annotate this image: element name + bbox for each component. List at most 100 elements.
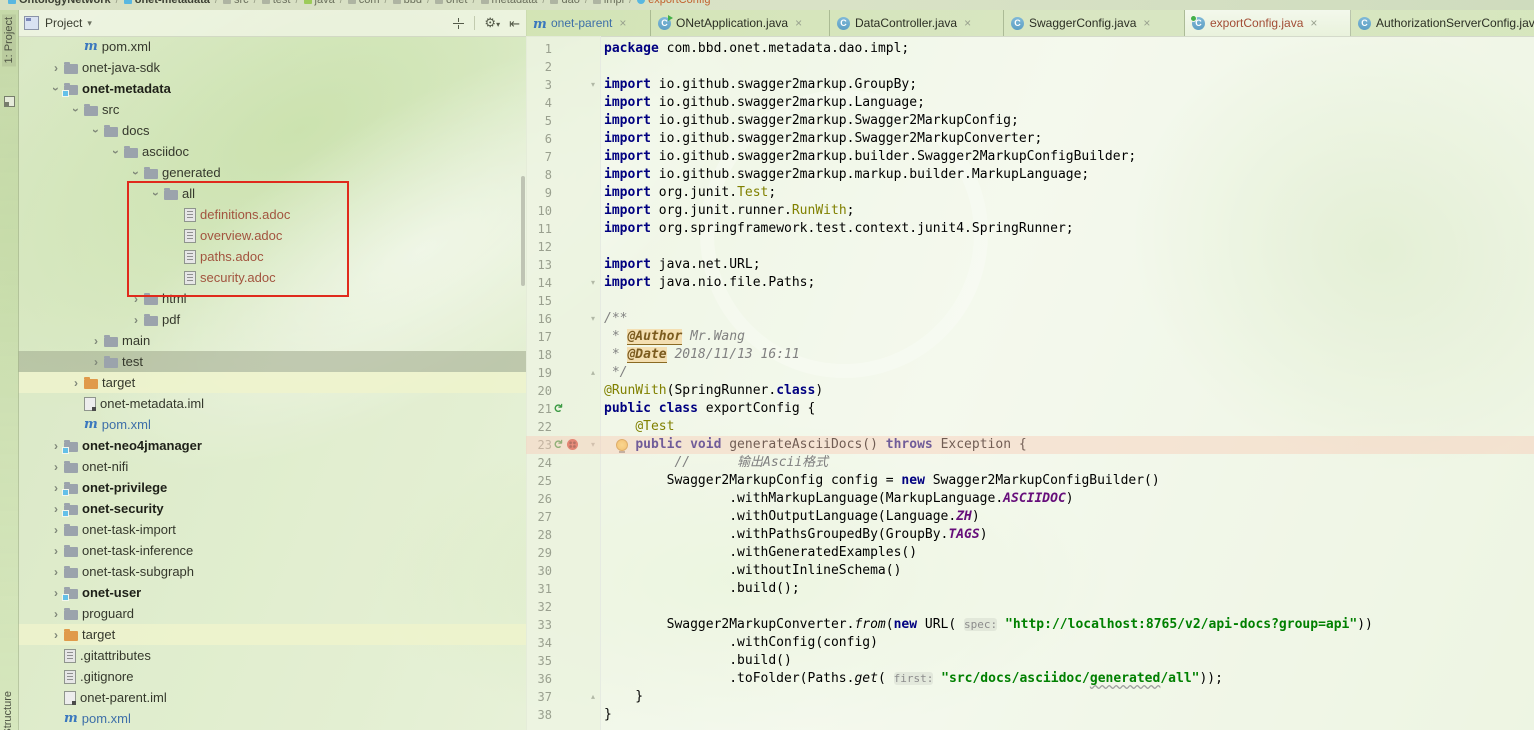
code-line-32[interactable] xyxy=(600,598,1534,616)
tree-item-onet-neo4jmanager[interactable]: › onet-neo4jmanager xyxy=(18,435,526,456)
chevron-collapsed-icon[interactable]: › xyxy=(48,61,64,75)
code-line-18[interactable]: * @Date 2018/11/13 16:11 xyxy=(600,346,1534,364)
tree-item-onet-user[interactable]: › onet-user xyxy=(18,582,526,603)
code-line-1[interactable]: package com.bbd.onet.metadata.dao.impl; xyxy=(600,40,1534,58)
close-icon[interactable]: × xyxy=(1310,16,1317,30)
tree-item-onet-task-subgraph[interactable]: › onet-task-subgraph xyxy=(18,561,526,582)
breadcrumb-item[interactable]: OntologyNetwork xyxy=(8,0,111,6)
code-line-37[interactable]: } xyxy=(600,688,1534,706)
code-line-26[interactable]: .withMarkupLanguage(MarkupLanguage.ASCII… xyxy=(600,490,1534,508)
code-line-19[interactable]: */ xyxy=(600,364,1534,382)
fold-marker-icon[interactable]: ▾ xyxy=(588,310,598,328)
chevron-expanded-icon[interactable]: › xyxy=(89,123,103,139)
chevron-collapsed-icon[interactable]: › xyxy=(48,523,64,537)
editor-gutter[interactable]: 1 2 3 4 5 6 7 8 9 10 11 12 13 14 15 16 17 18 19 20 21 22 23 24 2… xyxy=(526,36,601,730)
code-line-36[interactable]: .toFolder(Paths.get( first: "src/docs/as… xyxy=(600,670,1534,688)
tab-swaggerconfig-java[interactable]: C SwaggerConfig.java × xyxy=(1004,10,1185,36)
code-line-35[interactable]: .build() xyxy=(600,652,1534,670)
chevron-expanded-icon[interactable]: › xyxy=(109,144,123,160)
tab-authorizationserverconfig-java[interactable]: CAuthorizationServerConfig.java× xyxy=(1351,10,1534,36)
tree-item-onet-task-inference[interactable]: › onet-task-inference xyxy=(18,540,526,561)
chevron-collapsed-icon[interactable]: › xyxy=(128,313,144,327)
tree-item-proguard[interactable]: › proguard xyxy=(18,603,526,624)
code-line-21[interactable]: public class exportConfig { xyxy=(600,400,1534,418)
breadcrumb-item[interactable]: onet xyxy=(435,0,467,6)
chevron-collapsed-icon[interactable]: › xyxy=(48,544,64,558)
code-line-11[interactable]: import org.springframework.test.context.… xyxy=(600,220,1534,238)
tree-item-onet-metadata-iml[interactable]: onet-metadata.iml xyxy=(18,393,526,414)
code-line-29[interactable]: .withGeneratedExamples() xyxy=(600,544,1534,562)
tree-item-onet-metadata[interactable]: › onet-metadata xyxy=(18,78,526,99)
code-line-12[interactable] xyxy=(600,238,1534,256)
chevron-collapsed-icon[interactable]: › xyxy=(48,607,64,621)
tree-item-onet-nifi[interactable]: › onet-nifi xyxy=(18,456,526,477)
chevron-collapsed-icon[interactable]: › xyxy=(88,334,104,348)
code-line-24[interactable]: // 输出Ascii格式 xyxy=(600,454,1534,472)
tree-item-onet-privilege[interactable]: › onet-privilege xyxy=(18,477,526,498)
tree-item-test[interactable]: › test xyxy=(18,351,526,372)
chevron-down-icon[interactable]: ▾ xyxy=(87,18,92,29)
code-line-8[interactable]: import io.github.swagger2markup.markup.b… xyxy=(600,166,1534,184)
code-line-33[interactable]: Swagger2MarkupConverter.from(new URL( sp… xyxy=(600,616,1534,634)
code-line-4[interactable]: import io.github.swagger2markup.Language… xyxy=(600,94,1534,112)
code-line-38[interactable]: } xyxy=(600,706,1534,724)
breadcrumb-item[interactable]: metadata xyxy=(480,0,537,6)
breadcrumb-item[interactable]: exportConfig xyxy=(637,0,710,6)
close-icon[interactable]: × xyxy=(964,16,971,30)
locate-file-icon[interactable] xyxy=(452,16,466,30)
tree-item-docs[interactable]: › docs xyxy=(18,120,526,141)
breadcrumb-item[interactable]: bbd xyxy=(392,0,422,6)
tree-item-onet-java-sdk[interactable]: › onet-java-sdk xyxy=(18,57,526,78)
chevron-collapsed-icon[interactable]: › xyxy=(48,565,64,579)
code-line-9[interactable]: import org.junit.Test; xyxy=(600,184,1534,202)
chevron-collapsed-icon[interactable]: › xyxy=(88,355,104,369)
tree-item-pdf[interactable]: › pdf xyxy=(18,309,526,330)
tree-item-src[interactable]: › src xyxy=(18,99,526,120)
breadcrumb-item[interactable]: impl xyxy=(592,0,624,6)
close-icon[interactable]: × xyxy=(1143,16,1150,30)
breadcrumb-item[interactable]: src xyxy=(222,0,249,6)
fold-marker-icon[interactable]: ▴ xyxy=(588,364,598,382)
tree-item-pom-xml[interactable]: m pom.xml xyxy=(18,414,526,435)
close-icon[interactable]: × xyxy=(619,16,626,30)
breadcrumb-item[interactable]: com xyxy=(347,0,380,6)
close-icon[interactable]: × xyxy=(795,16,802,30)
code-line-13[interactable]: import java.net.URL; xyxy=(600,256,1534,274)
tree-item-target[interactable]: › target xyxy=(18,624,526,645)
code-line-16[interactable]: /** xyxy=(600,310,1534,328)
code-line-20[interactable]: @RunWith(SpringRunner.class) xyxy=(600,382,1534,400)
tree-item-generated[interactable]: › generated xyxy=(18,162,526,183)
code-line-7[interactable]: import io.github.swagger2markup.builder.… xyxy=(600,148,1534,166)
tab-exportconfig-java[interactable]: CexportConfig.java × xyxy=(1185,10,1351,36)
tree-item-target[interactable]: › target xyxy=(18,372,526,393)
code-line-34[interactable]: .withConfig(config) xyxy=(600,634,1534,652)
chevron-collapsed-icon[interactable]: › xyxy=(48,628,64,642)
fold-marker-icon[interactable]: ▴ xyxy=(588,688,598,706)
tree-item--gitignore[interactable]: .gitignore xyxy=(18,666,526,687)
code-line-25[interactable]: Swagger2MarkupConfig config = new Swagge… xyxy=(600,472,1534,490)
code-line-31[interactable]: .build(); xyxy=(600,580,1534,598)
project-view-title[interactable]: Project xyxy=(45,16,82,30)
code-line-5[interactable]: import io.github.swagger2markup.Swagger2… xyxy=(600,112,1534,130)
breadcrumb-item[interactable]: java xyxy=(303,0,335,6)
chevron-collapsed-icon[interactable]: › xyxy=(48,460,64,474)
code-line-15[interactable] xyxy=(600,292,1534,310)
code-line-30[interactable]: .withoutInlineSchema() xyxy=(600,562,1534,580)
tree-item-onet-security[interactable]: › onet-security xyxy=(18,498,526,519)
tree-item-pom-xml[interactable]: m pom.xml xyxy=(18,36,526,57)
breadcrumb-item[interactable]: test xyxy=(261,0,290,6)
breadcrumb-item[interactable]: onet-metadata xyxy=(123,0,210,6)
run-test-icon[interactable]: ↻ xyxy=(551,403,565,415)
fold-marker-icon[interactable]: ▾ xyxy=(588,76,598,94)
tree-item-onet-parent-iml[interactable]: onet-parent.iml xyxy=(18,687,526,708)
code-line-3[interactable]: import io.github.swagger2markup.GroupBy; xyxy=(600,76,1534,94)
chevron-collapsed-icon[interactable]: › xyxy=(68,376,84,390)
collapse-all-icon[interactable]: ⇤ xyxy=(509,17,520,30)
code-line-14[interactable]: import java.nio.file.Paths; xyxy=(600,274,1534,292)
code-line-2[interactable] xyxy=(600,58,1534,76)
tab-datacontroller-java[interactable]: C DataController.java × xyxy=(830,10,1004,36)
tree-item-asciidoc[interactable]: › asciidoc xyxy=(18,141,526,162)
tree-item-onet-task-import[interactable]: › onet-task-import xyxy=(18,519,526,540)
code-line-10[interactable]: import org.junit.runner.RunWith; xyxy=(600,202,1534,220)
code-line-22[interactable]: @Test xyxy=(600,418,1534,436)
